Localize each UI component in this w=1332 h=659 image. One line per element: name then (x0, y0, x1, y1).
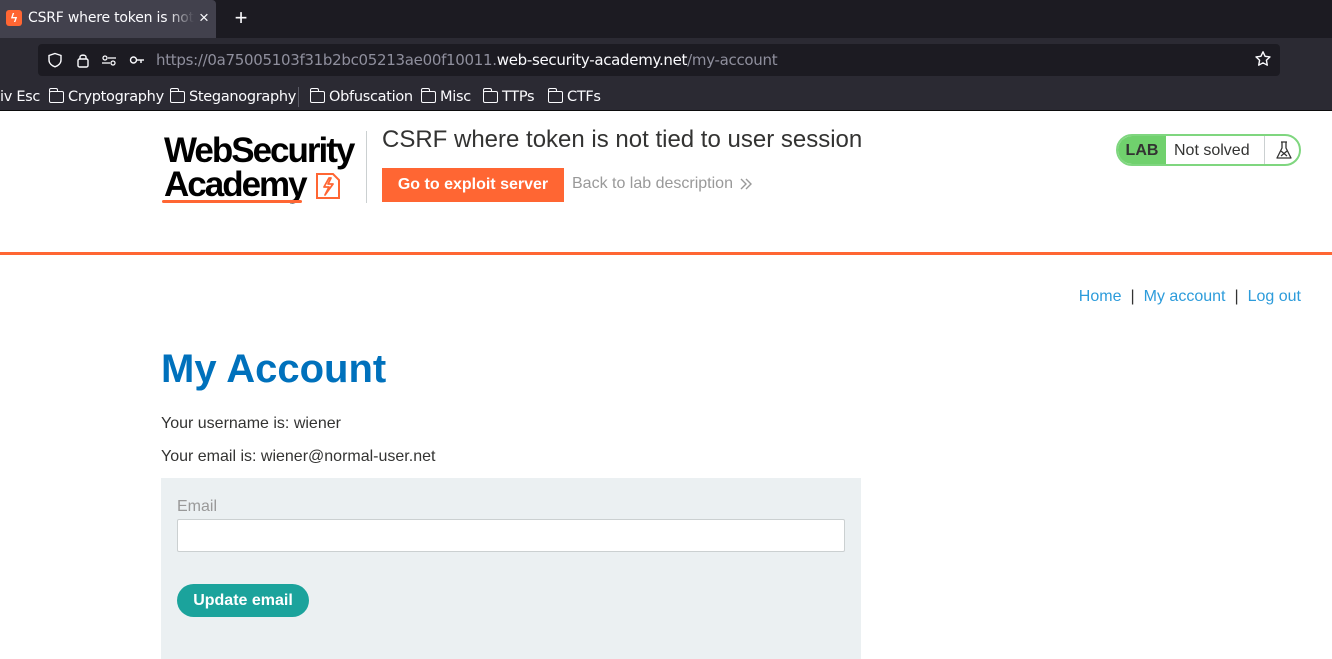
lab-badge: LAB (1118, 136, 1166, 164)
folder-icon (309, 88, 325, 103)
lab-status-widget: LAB Not solved (1116, 134, 1301, 166)
back-link-label: Back to lab description (572, 175, 733, 192)
browser-tab-bar: ϟ CSRF where token is not tied to user s… (0, 0, 1332, 38)
lab-header: WebSecurity Academy CSRF where token is … (0, 111, 1332, 255)
header-divider (366, 131, 367, 203)
bookmark-folder-cryptography[interactable]: Cryptography (48, 87, 164, 107)
account-nav: Home | My account | Log out (1079, 288, 1301, 306)
change-email-form: Email Update email (161, 478, 861, 659)
browser-tab[interactable]: ϟ CSRF where token is not tied to user s… (0, 0, 216, 38)
nav-separator: | (1130, 288, 1135, 305)
nav-separator: | (1234, 288, 1239, 305)
lock-icon[interactable] (75, 52, 91, 68)
web-security-academy-logo[interactable]: WebSecurity Academy (162, 131, 364, 205)
page-title: My Account (161, 347, 387, 391)
exploit-server-button[interactable]: Go to exploit server (382, 168, 564, 202)
logo-underline (162, 200, 302, 203)
email-label: Email (177, 498, 218, 515)
bookmark-folder-ctfs[interactable]: CTFs (547, 87, 601, 107)
url-text[interactable]: https://0a75005103f31b2bc05213ae00f10011… (156, 51, 778, 69)
bookmark-folder-ttps[interactable]: TTPs (482, 87, 535, 107)
email-text: Your email is: wiener@normal-user.net (161, 448, 436, 465)
username-text: Your username is: wiener (161, 415, 341, 432)
lab-status-icon-box (1264, 136, 1299, 164)
bookmark-item[interactable]: iv Esc (0, 87, 40, 107)
folder-icon (169, 88, 185, 103)
url-bar[interactable]: https://0a75005103f31b2bc05213ae00f10011… (38, 44, 1280, 76)
browser-toolbar: https://0a75005103f31b2bc05213ae00f10011… (0, 38, 1332, 82)
logo-text-line2: Academy (164, 165, 308, 204)
lab-title: CSRF where token is not tied to user ses… (382, 126, 863, 153)
bookmark-folder-steganography[interactable]: Steganography (169, 87, 296, 107)
lightning-icon (316, 173, 340, 199)
logout-link[interactable]: Log out (1248, 288, 1301, 305)
key-icon[interactable] (129, 52, 145, 68)
web-security-academy-icon: ϟ (6, 10, 22, 26)
shield-icon[interactable] (47, 52, 63, 68)
email-field[interactable] (177, 519, 845, 552)
tab-title: CSRF where token is not tied to user ses… (28, 10, 194, 28)
bookmark-separator (298, 87, 299, 107)
close-tab-icon[interactable]: × (197, 9, 211, 27)
update-email-button[interactable]: Update email (177, 584, 309, 617)
folder-icon (48, 88, 64, 103)
new-tab-icon[interactable]: + (231, 7, 251, 29)
bookmarks-toolbar: iv Esc Cryptography Steganography Obfusc… (0, 82, 1332, 111)
folder-icon (482, 88, 498, 103)
bookmark-star-icon[interactable] (1254, 50, 1272, 68)
logo-text-line1: WebSecurity (164, 131, 355, 170)
bookmark-folder-obfuscation[interactable]: Obfuscation (309, 87, 413, 107)
folder-icon (547, 88, 563, 103)
bookmark-folder-misc[interactable]: Misc (420, 87, 471, 107)
home-link[interactable]: Home (1079, 288, 1122, 305)
double-chevron-right-icon (740, 178, 752, 190)
back-to-lab-description-link[interactable]: Back to lab description (572, 175, 753, 193)
flask-icon (1276, 141, 1292, 159)
my-account-link[interactable]: My account (1144, 288, 1226, 305)
permissions-icon[interactable] (101, 52, 117, 68)
lab-status-text: Not solved (1174, 142, 1250, 159)
folder-icon (420, 88, 436, 103)
